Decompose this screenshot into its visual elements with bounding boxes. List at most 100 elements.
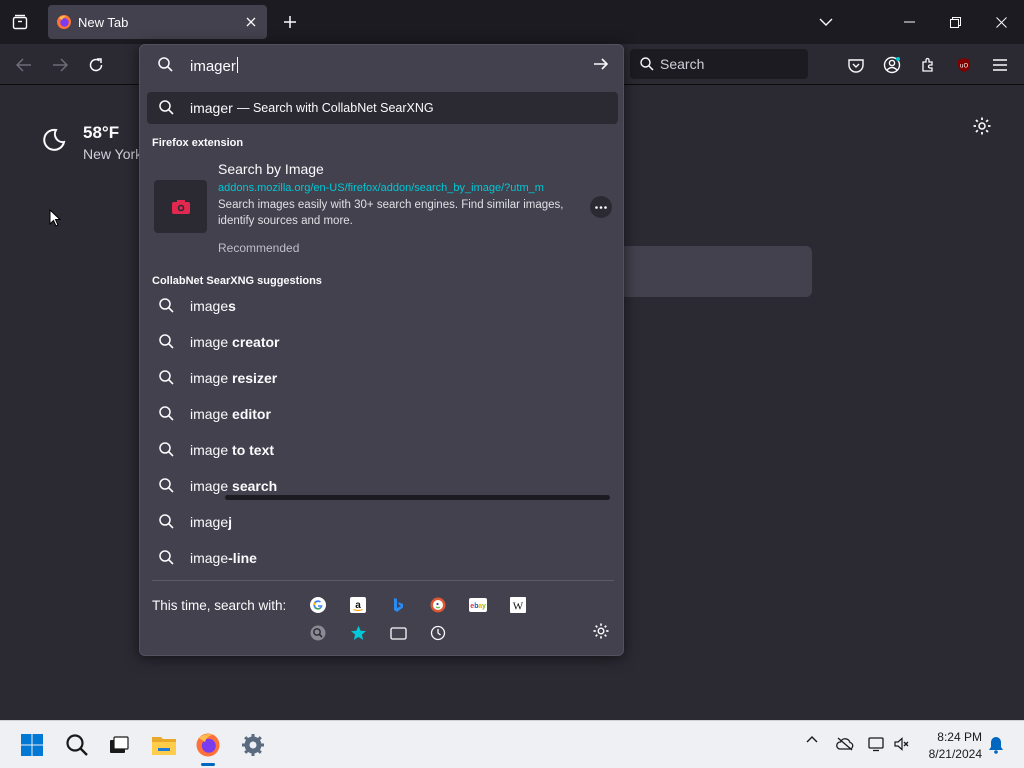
pocket-icon bbox=[848, 58, 864, 73]
folder-icon bbox=[152, 737, 176, 755]
mouse-cursor bbox=[49, 209, 61, 227]
chevron-down-icon bbox=[819, 18, 833, 26]
close-icon bbox=[246, 17, 256, 27]
new-tab-button[interactable] bbox=[278, 10, 302, 34]
gear-icon bbox=[242, 734, 264, 756]
back-button[interactable] bbox=[11, 52, 37, 78]
taskbar-search-button[interactable] bbox=[63, 731, 91, 759]
tabs-search-button[interactable] bbox=[387, 622, 409, 644]
tab-icon bbox=[389, 627, 407, 640]
urlbar-input[interactable]: imager bbox=[140, 45, 623, 85]
search-suggestion-item[interactable]: image-line bbox=[147, 542, 618, 574]
svg-text:y: y bbox=[482, 603, 486, 610]
weather-widget[interactable] bbox=[42, 128, 66, 152]
volume-tray-icon[interactable] bbox=[894, 736, 910, 752]
show-hidden-icons-button[interactable] bbox=[806, 735, 818, 743]
close-icon bbox=[995, 16, 1007, 28]
close-window-button[interactable] bbox=[986, 8, 1016, 36]
account-button[interactable] bbox=[879, 52, 905, 78]
ebay-engine-button[interactable]: e b a y bbox=[467, 594, 489, 616]
extension-more-button[interactable] bbox=[590, 196, 612, 218]
weather-location: New York bbox=[83, 146, 143, 162]
network-tray-icon[interactable] bbox=[868, 736, 886, 752]
weather-temperature: 58°F bbox=[83, 123, 120, 142]
bell-icon bbox=[989, 737, 1003, 754]
hamburger-menu-icon bbox=[993, 59, 1007, 71]
taskbar-clock-time[interactable]: 8:24 PM bbox=[930, 730, 982, 744]
text-caret bbox=[236, 57, 238, 73]
searxng-engine-button[interactable] bbox=[307, 622, 329, 644]
ublock-origin-button[interactable]: uO bbox=[951, 52, 977, 78]
forward-button[interactable] bbox=[47, 52, 73, 78]
search-icon bbox=[159, 100, 174, 115]
minimize-button[interactable] bbox=[894, 8, 924, 36]
one-off-search-label: This time, search with: bbox=[152, 598, 287, 613]
wikipedia-icon: W bbox=[510, 597, 526, 613]
duckduckgo-engine-button[interactable] bbox=[427, 594, 449, 616]
network-icon bbox=[868, 737, 884, 752]
personalize-button[interactable] bbox=[972, 116, 992, 136]
search-suggestion-item[interactable]: image resizer bbox=[147, 362, 618, 394]
extension-recommended-label: Recommended bbox=[218, 241, 300, 255]
search-settings-button[interactable] bbox=[592, 622, 610, 640]
search-suggestion-item[interactable]: image creator bbox=[147, 326, 618, 358]
puzzle-icon bbox=[922, 57, 933, 72]
firefox-icon bbox=[57, 15, 71, 29]
google-engine-button[interactable] bbox=[307, 594, 329, 616]
heuristic-action: — Search with CollabNet SearXNG bbox=[237, 101, 434, 115]
start-button[interactable] bbox=[18, 731, 46, 759]
firefox-taskbar-button[interactable] bbox=[194, 731, 222, 759]
taskbar-clock-date[interactable]: 8/21/2024 bbox=[922, 747, 982, 761]
onedrive-tray-icon[interactable] bbox=[836, 737, 854, 751]
duckduckgo-icon bbox=[430, 597, 446, 613]
extension-url[interactable]: addons.mozilla.org/en-US/firefox/addon/s… bbox=[218, 182, 570, 194]
file-explorer-button[interactable] bbox=[150, 731, 178, 759]
suggestion-text: image-line bbox=[190, 550, 257, 566]
go-arrow-icon[interactable] bbox=[593, 56, 609, 72]
search-suggestion-item[interactable]: image editor bbox=[147, 398, 618, 430]
search-suggestion-item[interactable]: image to text bbox=[147, 434, 618, 466]
firefox-icon bbox=[196, 733, 220, 757]
heuristic-search-result[interactable]: imager — Search with CollabNet SearXNG bbox=[147, 92, 618, 124]
suggestion-text: images bbox=[190, 298, 236, 314]
history-search-button[interactable] bbox=[427, 622, 449, 644]
svg-text:a: a bbox=[355, 600, 361, 611]
search-suggestion-item[interactable]: images bbox=[147, 290, 618, 322]
tabs-list-icon bbox=[12, 14, 28, 30]
gear-icon bbox=[593, 623, 609, 639]
search-icon bbox=[159, 334, 174, 349]
extension-group-label: Firefox extension bbox=[152, 137, 244, 149]
cursor-icon bbox=[49, 209, 61, 227]
cloud-icon bbox=[836, 737, 854, 751]
reload-button[interactable] bbox=[83, 52, 109, 78]
pocket-button[interactable] bbox=[843, 52, 869, 78]
page-search-bar[interactable] bbox=[620, 246, 812, 297]
tab-close-button[interactable] bbox=[239, 10, 263, 34]
search-suggestion-item[interactable]: imagej bbox=[147, 506, 618, 538]
amazon-engine-button[interactable]: a bbox=[347, 594, 369, 616]
tab-overflow-button[interactable] bbox=[811, 8, 841, 36]
app-menu-button[interactable] bbox=[987, 52, 1013, 78]
bookmarks-search-button[interactable] bbox=[347, 622, 369, 644]
ebay-icon: e b a y bbox=[469, 598, 487, 612]
list-all-tabs-button[interactable] bbox=[8, 10, 32, 34]
notifications-button[interactable] bbox=[988, 736, 1004, 754]
urlbar-input-text[interactable]: imager bbox=[190, 57, 238, 75]
settings-taskbar-button[interactable] bbox=[239, 731, 267, 759]
wikipedia-engine-button[interactable]: W bbox=[507, 594, 529, 616]
tab-strip: New Tab bbox=[0, 0, 1024, 44]
toolbar-search-box[interactable]: Search bbox=[630, 49, 808, 79]
restore-button[interactable] bbox=[940, 8, 970, 36]
extensions-button[interactable] bbox=[915, 52, 941, 78]
restore-icon bbox=[949, 16, 961, 28]
tab-new-tab[interactable]: New Tab bbox=[48, 5, 267, 39]
bing-icon bbox=[394, 598, 403, 612]
minimize-icon bbox=[903, 21, 915, 23]
reload-icon bbox=[89, 58, 103, 72]
plus-icon bbox=[284, 16, 296, 28]
scrollbar-thumb[interactable] bbox=[225, 495, 610, 500]
ublock-icon: uO bbox=[958, 58, 970, 72]
task-view-button[interactable] bbox=[105, 731, 133, 759]
active-app-indicator bbox=[201, 763, 215, 766]
bing-engine-button[interactable] bbox=[387, 594, 409, 616]
